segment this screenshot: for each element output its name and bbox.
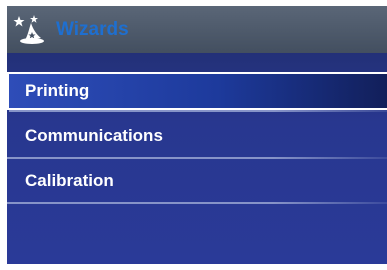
page-title: Wizards <box>56 18 129 40</box>
menu-separator <box>7 202 387 204</box>
menu-item-communications[interactable]: Communications <box>7 117 387 159</box>
wizard-hat-icon <box>7 6 51 53</box>
menu-separator <box>9 110 387 112</box>
menu-item-printing[interactable]: Printing <box>7 72 387 112</box>
menu-item-calibration[interactable]: Calibration <box>7 162 387 204</box>
menu-item-label: Printing <box>25 81 90 100</box>
menu-item-label: Calibration <box>25 171 114 190</box>
wizards-screen: Wizards Printing Communications Calibrat… <box>7 6 387 264</box>
menu-separator <box>7 157 387 159</box>
wizard-menu: Printing Communications Calibration <box>7 72 387 207</box>
menu-item-label: Communications <box>25 126 163 145</box>
title-bar: Wizards <box>7 6 387 53</box>
